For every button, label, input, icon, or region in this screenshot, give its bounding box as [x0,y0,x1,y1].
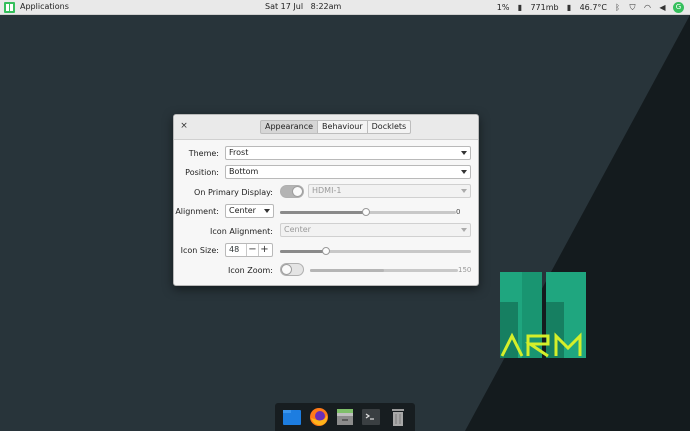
dock-preferences-dialog: × Appearance Behaviour Docklets Theme: F… [173,114,479,286]
tab-appearance[interactable]: Appearance [260,120,319,134]
icon-size-slider-fill [280,250,326,253]
tab-behaviour[interactable]: Behaviour [317,120,368,134]
theme-value: Frost [229,148,249,157]
manjaro-menu-icon[interactable] [4,2,15,13]
tab-docklets[interactable]: Docklets [366,120,412,134]
offset-slider-fill [280,211,367,214]
close-icon[interactable]: × [179,121,189,131]
chevron-down-icon [461,151,467,155]
wifi-icon[interactable]: ◠ [643,3,652,12]
dialog-header: × Appearance Behaviour Docklets [174,115,478,140]
alignment-value: Center [229,206,256,215]
arm-logo [500,272,586,358]
icon-alignment-combo[interactable]: Center [280,223,471,237]
applications-menu[interactable]: Applications [20,2,69,11]
terminal-icon[interactable] [360,406,382,428]
icon-size-value[interactable]: 48 [226,244,246,256]
memory-usage: 771mb [530,3,559,12]
tab-bar: Appearance Behaviour Docklets [260,120,412,134]
theme-label: Theme: [188,149,219,158]
chevron-down-icon [461,170,467,174]
chevron-down-icon [461,228,467,232]
cpu-usage: 1% [496,3,510,12]
memory-graph-icon: ▮ [566,3,572,12]
trash-icon[interactable] [387,406,409,428]
alignment-label: Alignment: [175,207,219,216]
dock [275,403,415,431]
user-menu-icon[interactable]: G [673,2,684,13]
display-value: HDMI-1 [312,186,342,195]
clock[interactable]: Sat 17 Jul 8:22am [265,2,341,11]
offset-value: 0 [456,208,461,216]
position-label: Position: [185,168,219,177]
temperature: 46.7°C [579,3,607,12]
primary-display-label: On Primary Display: [194,188,273,197]
system-tray: 1% ▮ 771mb ▮ 46.7°C ᛒ ⛉ ◠ ◀ G [497,1,684,14]
volume-icon[interactable]: ◀ [658,3,667,12]
increment-button[interactable]: + [258,244,270,256]
shield-icon[interactable]: ⛉ [628,3,637,12]
icon-size-label: Icon Size: [180,246,219,255]
icon-zoom-switch[interactable] [280,263,304,276]
switch-knob [281,264,292,275]
icon-size-spinner[interactable]: 48 − + [225,243,273,257]
icon-alignment-value: Center [284,225,311,234]
display-combo[interactable]: HDMI-1 [308,184,471,198]
icon-zoom-slider[interactable] [310,269,458,272]
primary-display-switch[interactable] [280,185,304,198]
cpu-graph-icon: ▮ [517,3,523,12]
theme-combo[interactable]: Frost [225,146,471,160]
icon-zoom-value: 150 [458,266,472,274]
bluetooth-icon[interactable]: ᛒ [613,3,622,12]
icon-alignment-label: Icon Alignment: [210,227,273,236]
files-folder-icon[interactable] [281,406,303,428]
offset-slider[interactable] [280,208,456,216]
decrement-button[interactable]: − [246,244,258,256]
switch-knob [292,186,303,197]
top-panel: Applications Sat 17 Jul 8:22am 1% ▮ 771m… [0,0,690,15]
alignment-combo[interactable]: Center [225,204,274,218]
offset-slider-knob[interactable] [362,208,371,216]
chevron-down-icon [264,209,270,213]
icon-size-slider-knob[interactable] [321,247,330,255]
chevron-down-icon [461,189,467,193]
icon-zoom-slider-fill [310,269,384,272]
icon-zoom-label: Icon Zoom: [227,266,273,275]
firefox-icon[interactable] [308,406,330,428]
position-value: Bottom [229,167,259,176]
position-combo[interactable]: Bottom [225,165,471,179]
file-manager-icon[interactable] [334,406,356,428]
icon-size-slider[interactable] [280,247,471,255]
